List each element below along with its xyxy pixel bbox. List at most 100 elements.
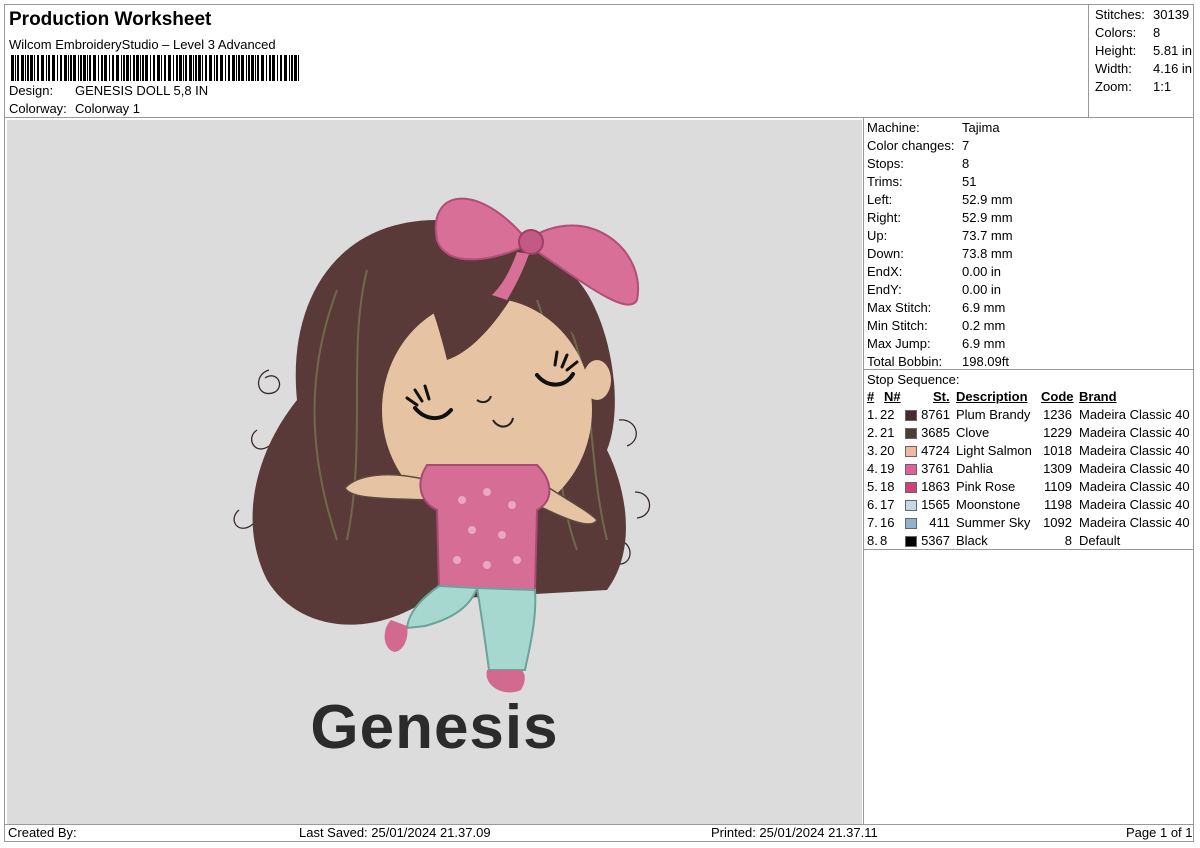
info-divider: [864, 369, 1194, 370]
info-row: Min Stitch: 0.2 mm: [867, 318, 1005, 333]
barcode-bar: [185, 55, 187, 81]
row-number: 6.: [867, 497, 878, 512]
color-description: Light Salmon: [956, 443, 1032, 458]
needle-number: 19: [880, 461, 895, 476]
stat-stitches: Stitches: 30139: [1095, 7, 1190, 22]
barcode-bar: [246, 55, 247, 81]
needle-number: 16: [880, 515, 895, 530]
color-code: 8: [1064, 533, 1072, 548]
design-row: Design: GENESIS DOLL 5,8 IN: [9, 83, 208, 98]
color-code: 1229: [1043, 425, 1072, 440]
design-stats: Stitches: 30139 Colors: 8 Height: 5.81 in W…: [1088, 5, 1195, 117]
info-row: EndY: 0.00 in: [867, 282, 1001, 297]
barcode-bar: [150, 55, 151, 81]
barcode-bar: [209, 55, 212, 81]
color-description: Clove: [956, 425, 990, 440]
info-row: Down: 73.8 mm: [867, 246, 1013, 261]
thread-brand: Madeira Classic 40: [1079, 425, 1190, 440]
barcode-bar: [202, 55, 203, 81]
barcode-bar: [176, 55, 178, 81]
barcode-bar: [238, 55, 240, 81]
barcode-bar: [133, 55, 135, 81]
needle-number: 22: [880, 407, 895, 422]
barcode-bar: [60, 55, 62, 81]
thread-brand: Default: [1079, 533, 1121, 548]
color-swatch: [905, 410, 917, 421]
color-swatch: [905, 464, 917, 475]
thread-brand: Madeira Classic 40: [1079, 407, 1190, 422]
barcode-bar: [52, 55, 55, 81]
row-number: 1.: [867, 407, 878, 422]
color-swatch: [905, 482, 917, 493]
barcode-bar: [93, 55, 96, 81]
info-label: Max Jump:: [867, 336, 931, 351]
stop-sequence-title: Stop Sequence:: [867, 372, 960, 387]
barcode-bar: [89, 55, 91, 81]
color-swatch: [905, 518, 917, 529]
barcode-bar: [241, 55, 244, 81]
barcode-bar: [251, 55, 254, 81]
info-value: 52.9 mm: [962, 210, 1013, 225]
info-value: 6.9 mm: [962, 300, 1006, 315]
info-row: Stops: 8: [867, 156, 969, 171]
stat-width: Width: 4.16 in: [1095, 61, 1193, 76]
barcode-bar: [101, 55, 103, 81]
barcode-bar: [284, 55, 287, 81]
barcode-bar: [261, 55, 264, 81]
barcode-bar: [112, 55, 114, 81]
info-value: 0.2 mm: [962, 318, 1006, 333]
color-code: 1198: [1044, 497, 1072, 512]
barcode-bar: [21, 55, 24, 81]
info-label: Total Bobbin:: [867, 354, 943, 369]
barcode-bar: [80, 55, 82, 81]
info-label: Right:: [867, 210, 901, 225]
color-description: Black: [956, 533, 988, 548]
info-value: 198.09ft: [962, 354, 1009, 369]
info-row: Color changes: 7: [867, 138, 969, 153]
barcode-bar: [37, 55, 39, 81]
color-description: Summer Sky: [956, 515, 1031, 530]
page-title: Production Worksheet: [9, 9, 212, 30]
barcode-bar: [64, 55, 67, 81]
row-number: 8.: [867, 533, 878, 548]
barcode-bar: [11, 55, 14, 81]
info-row: Right: 52.9 mm: [867, 210, 1013, 225]
info-label: EndY:: [867, 282, 902, 297]
color-swatch: [905, 446, 917, 457]
row-number: 2.: [867, 425, 878, 440]
colorway-value: Colorway 1: [75, 101, 141, 116]
barcode-bar: [291, 55, 293, 81]
needle-number: 21: [880, 425, 895, 440]
barcode-bar: [15, 55, 16, 81]
barcode-bar: [87, 55, 88, 81]
barcode-bar: [130, 55, 131, 81]
barcode-bar: [232, 55, 235, 81]
barcode-bar: [153, 55, 155, 81]
info-row: Left: 52.9 mm: [867, 192, 1013, 207]
barcode-bar: [116, 55, 119, 81]
last-saved: Last Saved: 25/01/2024 21.37.09: [299, 825, 491, 840]
info-label: EndX:: [867, 264, 903, 279]
barcode-bar: [157, 55, 160, 81]
colorway-row: Colorway: Colorway 1: [9, 101, 140, 116]
barcode-bar: [70, 55, 72, 81]
color-code: 1109: [1044, 479, 1072, 494]
barcode-bar: [161, 55, 162, 81]
barcode-bar: [25, 55, 26, 81]
barcode-bar: [257, 55, 259, 81]
barcode-bar: [236, 55, 237, 81]
barcode-bar: [27, 55, 29, 81]
info-value: 0.00 in: [962, 264, 1002, 279]
barcode-bar: [193, 55, 194, 81]
info-value: 0.00 in: [962, 282, 1002, 297]
color-code: 1236: [1043, 407, 1072, 422]
barcode-bar: [109, 55, 110, 81]
info-row: Max Jump: 6.9 mm: [867, 336, 1005, 351]
thread-brand: Madeira Classic 40: [1079, 515, 1190, 530]
info-label: Max Stitch:: [867, 300, 932, 315]
info-label: Left:: [867, 192, 893, 207]
info-row: Trims: 51: [867, 174, 976, 189]
software-name: Wilcom EmbroideryStudio – Level 3 Advanc…: [9, 37, 276, 52]
design-preview: Genesis: [7, 120, 862, 824]
needle-number: 8: [880, 533, 888, 548]
